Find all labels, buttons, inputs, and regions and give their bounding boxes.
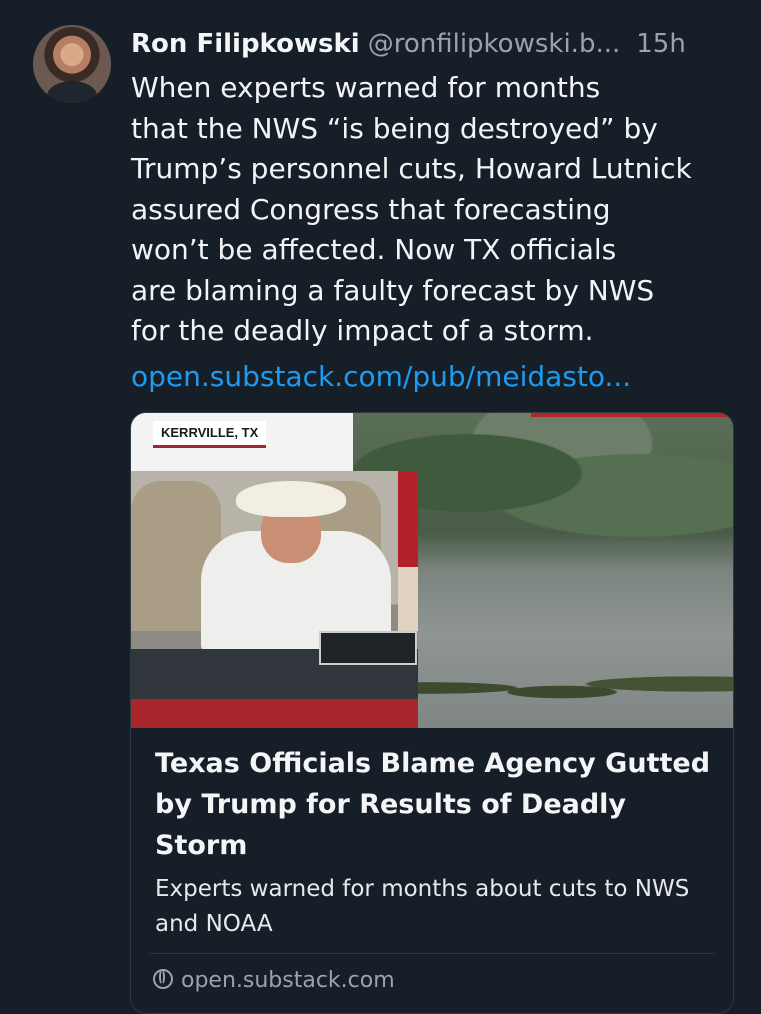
card-domain-row[interactable]: open.substack.com [153,966,395,996]
card-domain: open.substack.com [181,968,395,993]
author-handle[interactable]: @ronfilipkowski.b... [368,29,621,59]
card-title[interactable]: Texas Officials Blame Agency Gutted by T… [155,743,715,866]
post-link[interactable]: open.substack.com/pub/meidasto... [131,357,631,397]
card-image[interactable]: KERRVILLE, TX [131,413,733,728]
author-avatar[interactable] [33,25,111,103]
flag [398,471,418,631]
globe-icon [153,969,173,989]
lower-third-bar [131,699,418,728]
post-text-line: Trump’s personnel cuts, Howard Lutnick [131,152,692,185]
post-text-line: won’t be affected. Now TX officials [131,233,617,266]
card-divider [149,953,715,954]
post-text-line: are blaming a faulty forecast by NWS [131,273,655,307]
link-preview-card[interactable]: KERRVILLE, TX Texas Officials Blame Agen… [130,412,734,1014]
location-badge: KERRVILLE, TX [153,421,267,448]
avatar-shirt [47,81,97,103]
cowboy-hat [236,481,346,517]
post-header: Ron Filipkowski @ronfilipkowski.b... 15h [131,27,741,61]
card-body: Texas Officials Blame Agency Gutted by T… [155,743,715,942]
post-text-line: assured Congress that forecasting [131,192,611,226]
card-description: Experts warned for months about cuts to … [155,876,690,937]
press-conference-image [131,471,418,728]
post-body: When experts warned for months that the … [131,68,741,352]
nameplate [319,631,417,665]
image-accent-line [531,413,733,417]
post-text-line: for the deadly impact of a storm. [131,314,594,347]
author-name[interactable]: Ron Filipkowski [131,29,360,59]
post-text-line: When experts warned for months [131,71,601,104]
post-timestamp[interactable]: 15h [636,29,686,59]
post-text-line: that the NWS “is being destroyed” by [131,111,658,145]
